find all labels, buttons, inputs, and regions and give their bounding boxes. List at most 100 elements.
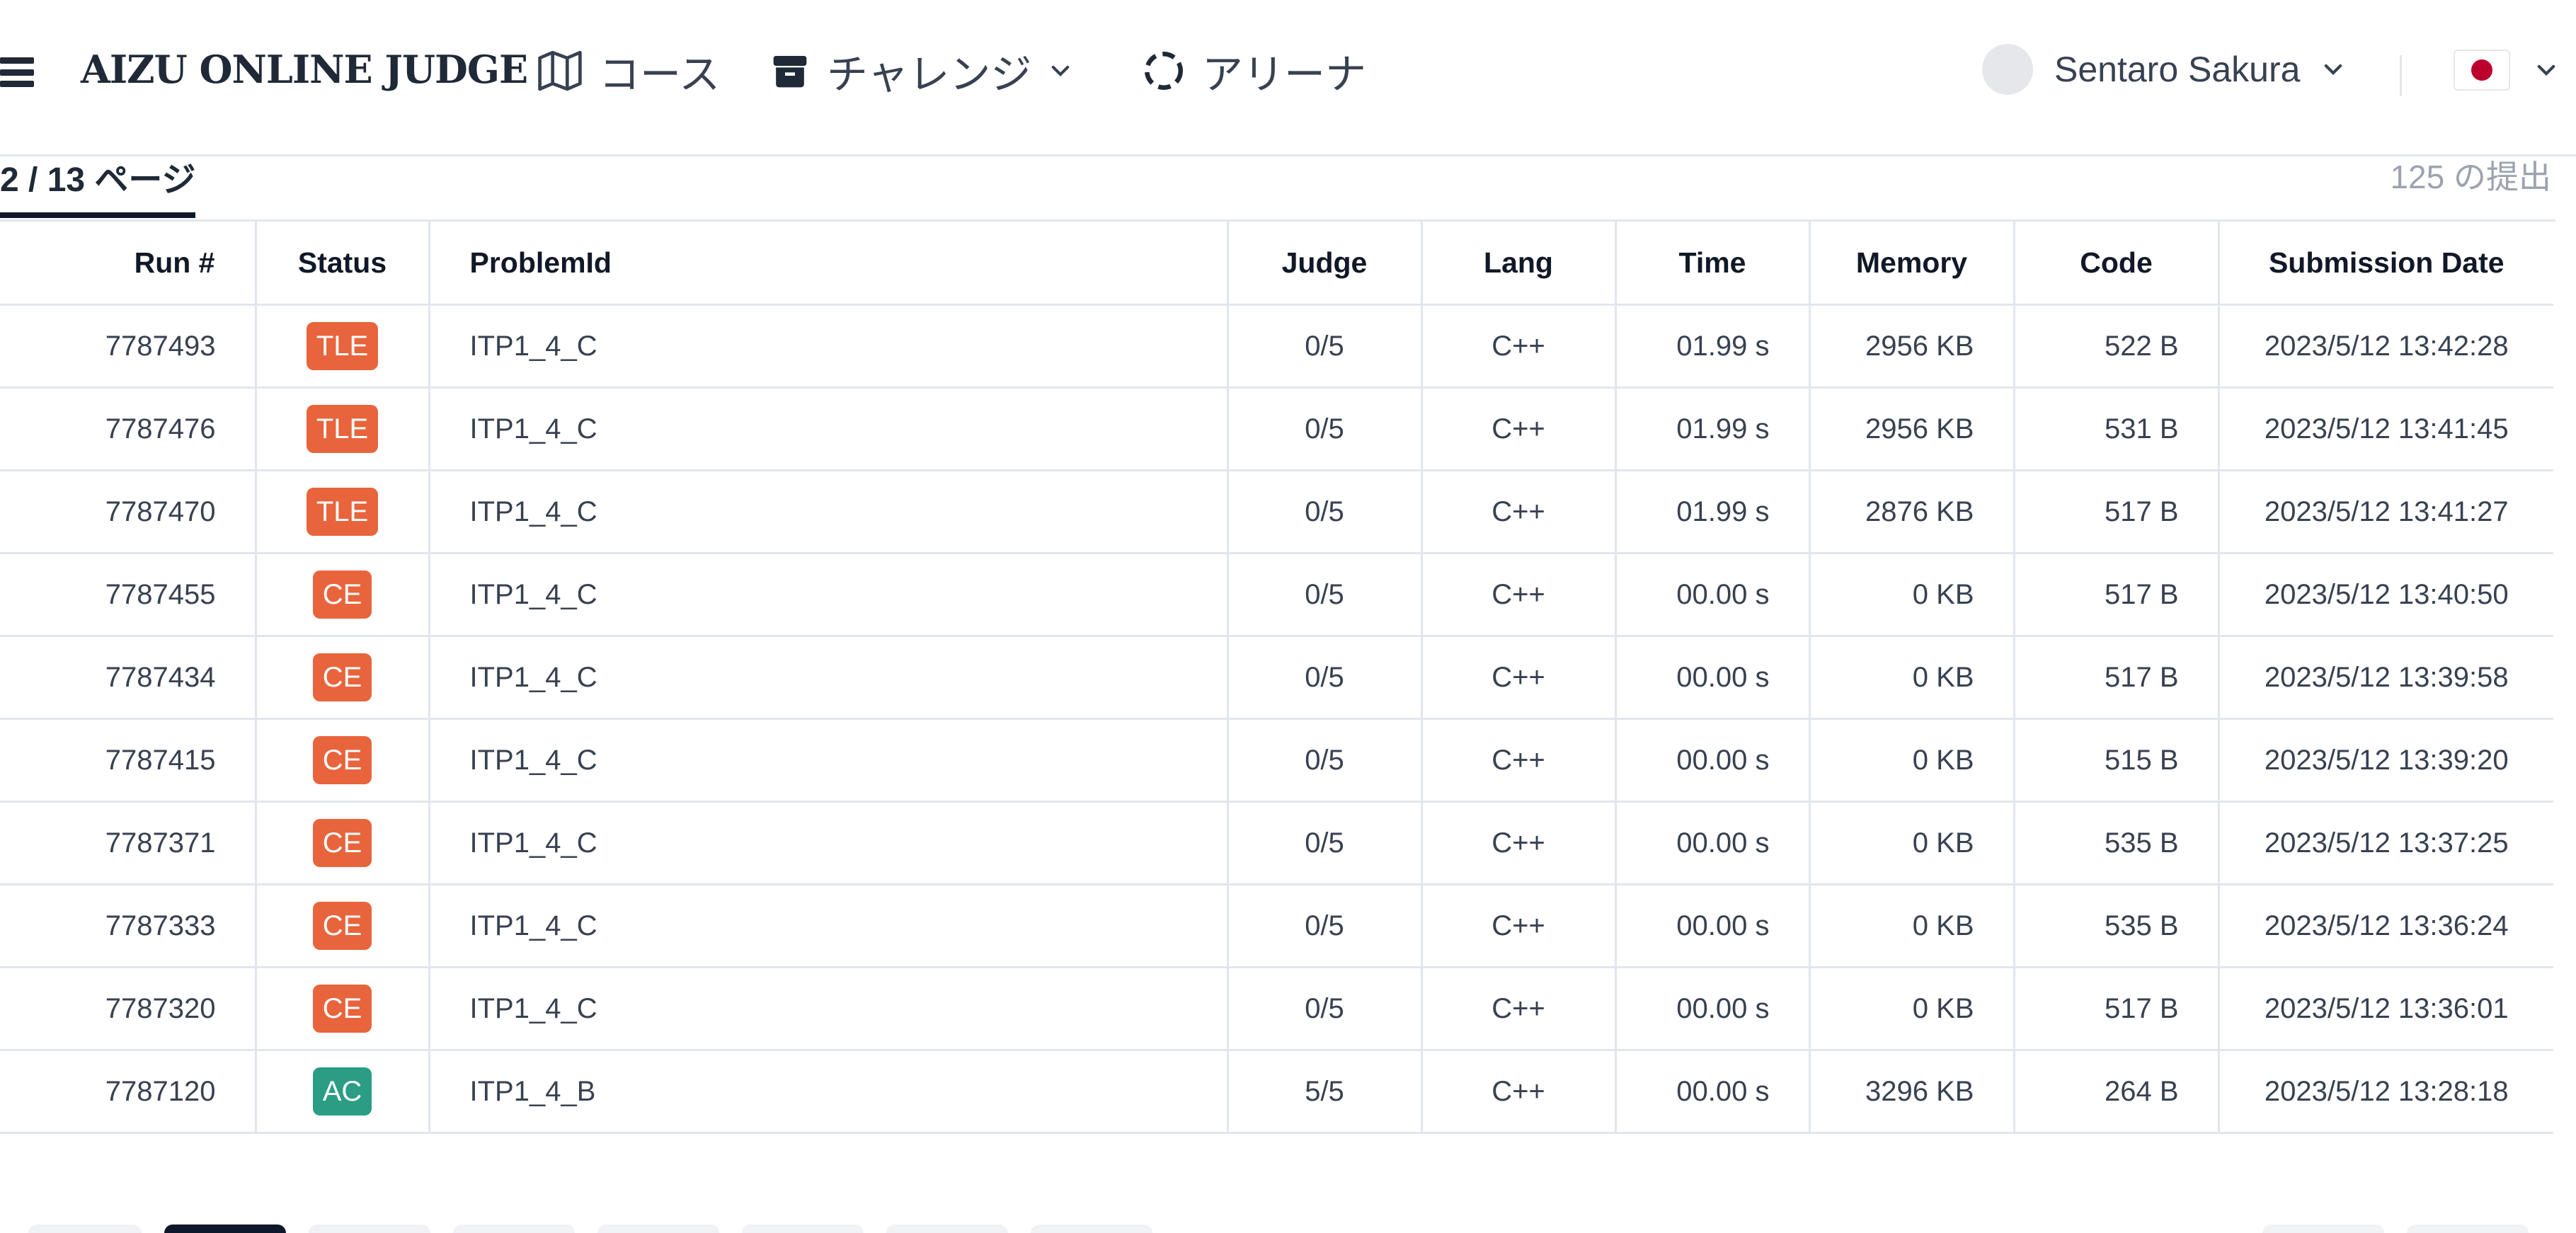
judge-result: 0/5 <box>1227 304 1423 389</box>
run-id[interactable]: 7787493 <box>0 304 257 389</box>
table-row[interactable]: 7787493 TLE ITP1_4_C 0/5 C++ 01.99 s 295… <box>0 304 2553 389</box>
pagination-button[interactable] <box>309 1225 430 1233</box>
problem-id[interactable]: ITP1_4_C <box>429 553 1229 637</box>
code-size[interactable]: 522 B <box>2014 304 2220 389</box>
memory-usage: 3296 KB <box>1809 1050 2015 1134</box>
column-header-code[interactable]: Code <box>2014 222 2220 306</box>
code-size[interactable]: 517 B <box>2014 470 2220 554</box>
cpu-time: 01.99 s <box>1615 304 1811 389</box>
problem-id[interactable]: ITP1_4_C <box>429 387 1229 471</box>
code-size[interactable]: 264 B <box>2014 1050 2220 1134</box>
run-id[interactable]: 7787371 <box>0 801 257 885</box>
menu-icon[interactable] <box>0 57 34 87</box>
status-badge[interactable]: TLE <box>306 488 379 536</box>
page-indicator: 2 / 13 ページ <box>0 161 196 199</box>
pagination-button-active[interactable] <box>164 1225 286 1233</box>
status-badge[interactable]: CE <box>312 819 372 867</box>
code-size[interactable]: 535 B <box>2014 884 2220 968</box>
problem-id[interactable]: ITP1_4_C <box>429 801 1229 885</box>
run-id[interactable]: 7787434 <box>0 636 257 720</box>
code-size[interactable]: 531 B <box>2014 387 2220 471</box>
table-row[interactable]: 7787333 CE ITP1_4_C 0/5 C++ 00.00 s 0 KB… <box>0 884 2553 968</box>
judge-result: 0/5 <box>1227 636 1423 720</box>
table-row[interactable]: 7787120 AC ITP1_4_B 5/5 C++ 00.00 s 3296… <box>0 1050 2553 1134</box>
table-row[interactable]: 7787455 CE ITP1_4_C 0/5 C++ 00.00 s 0 KB… <box>0 553 2553 637</box>
problem-id[interactable]: ITP1_4_C <box>429 718 1229 803</box>
table-row[interactable]: 7787476 TLE ITP1_4_C 0/5 C++ 01.99 s 295… <box>0 387 2553 471</box>
column-header-run[interactable]: Run # <box>0 222 257 306</box>
status-badge[interactable]: CE <box>312 736 372 784</box>
code-size[interactable]: 517 B <box>2014 636 2220 720</box>
run-id[interactable]: 7787455 <box>0 553 257 637</box>
run-id[interactable]: 7787476 <box>0 387 257 471</box>
chevron-down-icon <box>2325 64 2342 75</box>
table-row[interactable]: 7787320 CE ITP1_4_C 0/5 C++ 00.00 s 0 KB… <box>0 967 2553 1051</box>
judge-result: 0/5 <box>1227 967 1423 1051</box>
memory-usage: 0 KB <box>1809 553 2015 637</box>
pagination-button[interactable] <box>453 1225 575 1233</box>
column-header-problem[interactable]: ProblemId <box>429 222 1229 306</box>
table-row[interactable]: 7787415 CE ITP1_4_C 0/5 C++ 00.00 s 0 KB… <box>0 718 2553 803</box>
results-subbar <box>0 149 2555 222</box>
status-badge[interactable]: CE <box>312 570 372 619</box>
cpu-time: 00.00 s <box>1615 553 1811 637</box>
pagination-button[interactable] <box>742 1225 864 1233</box>
language: C++ <box>1421 387 1617 471</box>
box-icon <box>773 56 807 88</box>
cpu-time: 00.00 s <box>1615 636 1811 720</box>
nav-item-course[interactable]: コース <box>538 42 720 99</box>
pagination-button[interactable] <box>597 1225 719 1233</box>
status-badge[interactable]: CE <box>312 653 372 701</box>
top-navbar: AIZU ONLINE JUDGE コース チャレンジ アリーナ Sentaro… <box>0 0 2576 156</box>
table-row[interactable]: 7787434 CE ITP1_4_C 0/5 C++ 00.00 s 0 KB… <box>0 636 2553 720</box>
code-size[interactable]: 517 B <box>2014 967 2220 1051</box>
cpu-time: 01.99 s <box>1615 387 1811 471</box>
user-menu[interactable]: Sentaro Sakura <box>1982 41 2345 98</box>
column-header-lang[interactable]: Lang <box>1421 222 1617 306</box>
user-name: Sentaro Sakura <box>2054 50 2301 89</box>
problem-id[interactable]: ITP1_4_C <box>429 884 1229 968</box>
status-badge[interactable]: CE <box>312 985 372 1033</box>
pagination-button[interactable] <box>1031 1225 1152 1233</box>
pagination-button[interactable] <box>886 1225 1008 1233</box>
problem-id[interactable]: ITP1_4_C <box>429 636 1229 720</box>
status-badge[interactable]: CE <box>312 902 372 950</box>
status-badge[interactable]: AC <box>312 1067 372 1116</box>
nav-item-challenge[interactable]: チャレンジ <box>770 42 1072 99</box>
run-id[interactable]: 7787333 <box>0 884 257 968</box>
site-logo[interactable]: AIZU ONLINE JUDGE <box>81 47 528 92</box>
language-selector[interactable] <box>2454 50 2558 91</box>
run-id[interactable]: 7787415 <box>0 718 257 803</box>
header-divider <box>2400 55 2402 96</box>
judge-result: 0/5 <box>1227 884 1423 968</box>
run-id[interactable]: 7787120 <box>0 1050 257 1134</box>
code-size[interactable]: 517 B <box>2014 553 2220 637</box>
nav-item-arena[interactable]: アリーナ <box>1143 42 1366 99</box>
column-header-date[interactable]: Submission Date <box>2219 222 2553 306</box>
code-size[interactable]: 515 B <box>2014 718 2220 803</box>
map-icon <box>538 50 582 91</box>
run-id[interactable]: 7787470 <box>0 470 257 554</box>
status-badge[interactable]: TLE <box>306 322 379 370</box>
run-id[interactable]: 7787320 <box>0 967 257 1051</box>
column-header-judge[interactable]: Judge <box>1227 222 1423 306</box>
memory-usage: 0 KB <box>1809 967 2015 1051</box>
code-size[interactable]: 535 B <box>2014 801 2220 885</box>
problem-id[interactable]: ITP1_4_C <box>429 304 1229 389</box>
column-header-time[interactable]: Time <box>1615 222 1811 306</box>
table-row[interactable]: 7787470 TLE ITP1_4_C 0/5 C++ 01.99 s 287… <box>0 470 2553 554</box>
problem-id[interactable]: ITP1_4_C <box>429 967 1229 1051</box>
status-badge[interactable]: TLE <box>306 405 379 453</box>
table-row[interactable]: 7787371 CE ITP1_4_C 0/5 C++ 00.00 s 0 KB… <box>0 801 2553 885</box>
submission-date: 2023/5/12 13:39:58 <box>2219 636 2553 720</box>
column-header-memory[interactable]: Memory <box>1809 222 2015 306</box>
pagination-button[interactable] <box>2262 1225 2384 1233</box>
pagination-button[interactable] <box>28 1225 142 1233</box>
problem-id[interactable]: ITP1_4_B <box>429 1050 1229 1134</box>
memory-usage: 0 KB <box>1809 636 2015 720</box>
cpu-time: 00.00 s <box>1615 801 1811 885</box>
judge-result: 5/5 <box>1227 1050 1423 1134</box>
column-header-status[interactable]: Status <box>256 222 430 306</box>
problem-id[interactable]: ITP1_4_C <box>429 470 1229 554</box>
pagination-button[interactable] <box>2407 1225 2529 1233</box>
